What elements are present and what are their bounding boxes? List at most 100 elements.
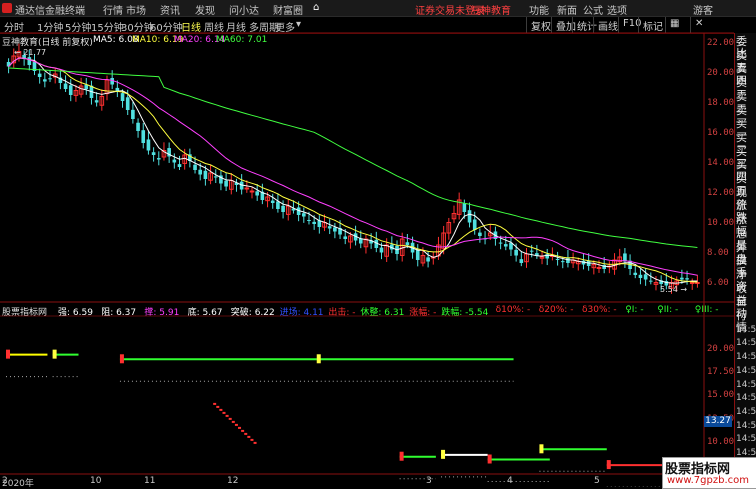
indicator-drop-dot <box>250 438 254 441</box>
price-axis-label: 16.00 <box>707 128 735 138</box>
candle-body <box>529 250 534 252</box>
candle-body <box>343 236 348 239</box>
ma5-line <box>8 57 698 284</box>
candle-body <box>301 213 306 217</box>
indicator-marker <box>119 354 124 364</box>
indicator-drop-dot <box>253 441 257 444</box>
indicator-drop-dot <box>225 414 229 417</box>
candle-body <box>48 78 52 80</box>
sidebar-item[interactable]: 14:50 <box>736 392 756 404</box>
candle-body <box>555 258 560 260</box>
price-axis-label: 14.00 <box>707 158 735 168</box>
candle-body <box>307 220 311 222</box>
indicator-marker <box>539 444 544 454</box>
candle-body <box>467 210 472 223</box>
candle-body <box>503 244 508 247</box>
candle-body <box>146 139 151 151</box>
ma20-line <box>8 57 698 276</box>
kline-chart[interactable]: ← 21.77 5.54 → <box>0 0 734 487</box>
price-axis-label: 10.00 <box>707 218 735 228</box>
candle-body <box>638 274 643 278</box>
price-axis-label: 6.00 <box>707 278 729 288</box>
sidebar-item[interactable]: 14:50 <box>736 324 756 336</box>
candle-body <box>156 158 161 160</box>
indicator-axis-label: 10.00 <box>707 436 735 447</box>
watermark-logo: 股票指标网 www.7gpzb.com <box>662 457 756 489</box>
candle-body <box>680 277 684 280</box>
candle-body <box>498 242 503 244</box>
candle-body <box>43 79 47 82</box>
indicator-drop-dot <box>222 411 226 414</box>
candle-body <box>478 232 482 236</box>
indicator-axis-label: 17.50 <box>707 367 735 378</box>
candle-body <box>566 257 570 263</box>
candle-body <box>695 282 700 284</box>
candle-body <box>405 242 410 245</box>
candle-body <box>255 191 259 196</box>
indicator-marker <box>487 454 492 464</box>
candle-body <box>94 100 99 103</box>
sidebar-item[interactable]: 14:50 <box>736 351 756 363</box>
indicator-drop-dot <box>244 432 248 435</box>
candle-body <box>120 93 125 101</box>
candle-body <box>68 85 73 95</box>
indicator-drop-dot <box>216 405 220 408</box>
candle-body <box>136 122 140 131</box>
candle-body <box>131 109 135 119</box>
sidebar-item[interactable]: 14:50 <box>736 379 756 391</box>
price-axis-label: 22.00 <box>707 38 735 48</box>
indicator-marker <box>52 349 57 359</box>
candle-body <box>224 180 228 187</box>
candle-body <box>172 159 177 163</box>
candle-body <box>426 257 430 262</box>
candle-body <box>472 219 477 230</box>
indicator-drop-dot <box>247 435 251 438</box>
current-price-tag: 13.27 <box>704 416 732 427</box>
candle-body <box>177 164 182 167</box>
candle-body <box>596 267 602 269</box>
indicator-marker <box>6 349 10 359</box>
candle-body <box>276 201 280 209</box>
indicator-axis-label: 20.00 <box>707 344 735 354</box>
indicator-drop-dot <box>234 423 238 426</box>
indicator-drop-dot <box>241 429 245 432</box>
date-axis-label: 11 <box>144 476 156 486</box>
indicator-marker <box>316 354 321 364</box>
candle-body <box>519 259 524 263</box>
candle-body <box>560 261 565 263</box>
indicator-drop-dot <box>219 408 223 411</box>
candle-body <box>141 130 146 143</box>
candle-body <box>37 73 42 77</box>
indicator-marker <box>441 449 446 459</box>
indicator-marker <box>399 451 404 461</box>
indicator-drop-dot <box>228 417 232 420</box>
sidebar-item[interactable]: 14:50 <box>736 420 756 432</box>
candle-body <box>151 152 156 155</box>
price-axis-label: 12.00 <box>707 188 735 198</box>
sidebar-item[interactable]: 14:50 <box>736 337 756 349</box>
price-axis-label: 8.00 <box>707 248 729 258</box>
watermark-url: www.7gpzb.com <box>667 475 749 486</box>
candle-body <box>213 176 218 178</box>
candle-body <box>203 170 208 179</box>
candle-body <box>281 205 285 212</box>
candle-body <box>333 227 337 232</box>
candle-body <box>193 164 197 170</box>
sidebar-item[interactable]: 14:50 <box>736 433 756 445</box>
ma60-line <box>8 67 698 248</box>
low-price-marker: 5.54 → <box>660 285 687 294</box>
candle-body <box>685 278 689 280</box>
indicator-drop-dot <box>238 426 242 429</box>
price-axis-label: 20.00 <box>707 68 735 78</box>
indicator-marker <box>606 460 611 470</box>
quote-sidebar: 委比 卖五 卖四 卖三 卖二 卖一 买一 买二 买三 买四 买五 现价 涨跌 涨幅 总量 外盘 换手 净资 收益 自动… <box>734 33 756 487</box>
candle-body <box>689 282 695 284</box>
high-price-marker: ← 21.77 <box>14 48 46 57</box>
date-axis-label: 2 <box>2 476 8 486</box>
sidebar-item[interactable]: 14:50 <box>736 365 756 377</box>
candle-body <box>462 203 467 212</box>
date-axis-label: 12 <box>227 476 239 486</box>
sidebar-item[interactable]: 14:50 <box>736 406 756 418</box>
indicator-axis-label: 15.00 <box>707 390 735 401</box>
date-axis-label: 10 <box>90 476 102 486</box>
